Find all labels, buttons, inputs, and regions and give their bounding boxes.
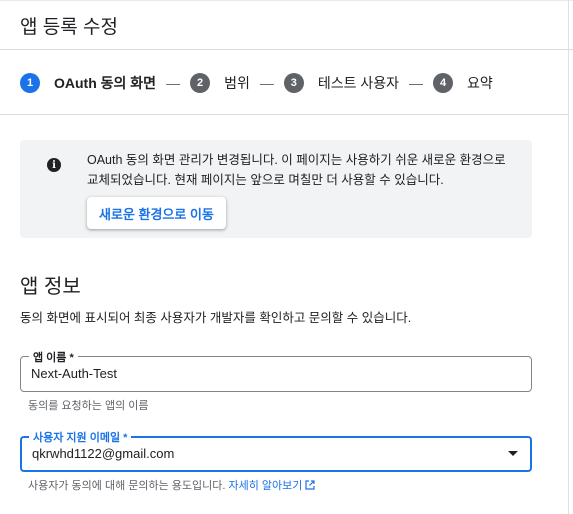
step-separator: — (166, 75, 181, 91)
support-email-hint-text: 사용자가 동의에 대해 문의하는 용도입니다. (28, 480, 226, 492)
step-label-2: 범위 (224, 75, 250, 91)
step-separator: — (409, 75, 424, 91)
step-number-2: 2 (190, 73, 211, 93)
step-number-1: 1 (20, 73, 40, 93)
learn-more-label: 자세히 알아보기 (228, 480, 303, 492)
step-test-users[interactable]: 3 테스트 사용자 (283, 73, 400, 93)
step-label-3: 테스트 사용자 (317, 75, 400, 91)
step-summary[interactable]: 4 요약 (433, 73, 493, 93)
support-email-value: qkrwhd1122@gmail.com (32, 446, 175, 461)
app-name-label: 앱 이름 * (29, 349, 78, 365)
info-icon: i (47, 158, 61, 172)
step-oauth-consent[interactable]: 1 OAuth 동의 화면 (20, 73, 156, 93)
app-name-hint: 동의를 요청하는 앱의 이름 (28, 400, 149, 412)
panel-right-border (568, 0, 569, 514)
support-email-label: 사용자 지원 이메일 * (29, 429, 132, 445)
section-description: 동의 화면에 표시되어 최종 사용자가 개발자를 확인하고 문의할 수 있습니다… (20, 311, 412, 325)
step-number-3: 3 (283, 73, 304, 93)
external-link-icon (305, 480, 316, 490)
section-title: 앱 정보 (20, 276, 81, 298)
app-name-input[interactable] (31, 366, 491, 381)
notice-banner: i OAuth 동의 화면 관리가 변경됩니다. 이 페이지는 사용하기 쉬운 … (20, 140, 532, 238)
step-separator: — (259, 75, 274, 91)
page-title: 앱 등록 수정 (20, 17, 118, 38)
support-email-select[interactable]: 사용자 지원 이메일 * qkrwhd1122@gmail.com (20, 429, 532, 472)
app-name-field[interactable]: 앱 이름 * (20, 349, 532, 392)
step-number-4: 4 (433, 73, 454, 93)
section-divider (0, 114, 568, 115)
support-email-hint: 사용자가 동의에 대해 문의하는 용도입니다. 자세히 알아보기 (28, 477, 316, 493)
go-to-new-experience-button[interactable]: 새로운 환경으로 이동 (87, 197, 226, 229)
dropdown-arrow-icon[interactable] (508, 451, 518, 456)
step-label-4: 요약 (467, 75, 493, 91)
notice-text: OAuth 동의 화면 관리가 변경됩니다. 이 페이지는 사용하기 쉬운 새로… (87, 153, 506, 187)
page-header: 앱 등록 수정 (0, 0, 573, 50)
step-scopes[interactable]: 2 범위 (190, 73, 250, 93)
step-label-1: OAuth 동의 화면 (54, 75, 157, 91)
learn-more-link[interactable]: 자세히 알아보기 (229, 480, 316, 492)
stepper: 1 OAuth 동의 화면 — 2 범위 — 3 테스트 사용자 — 4 요약 (20, 72, 493, 94)
